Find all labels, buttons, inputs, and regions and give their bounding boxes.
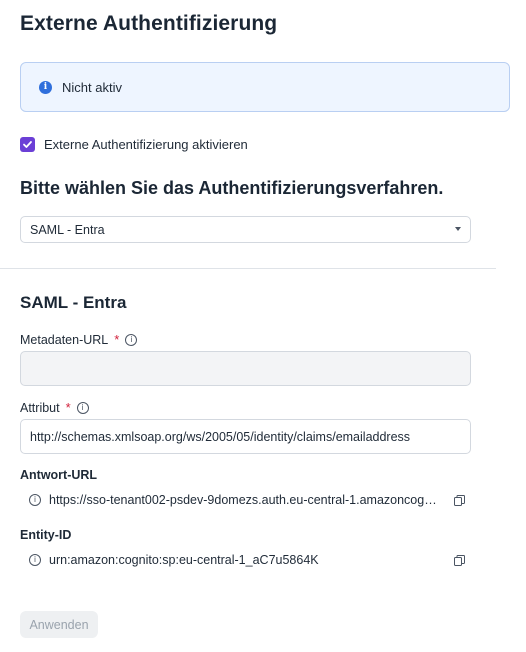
info-icon[interactable]: i: [125, 333, 138, 346]
entity-id-row: i urn:amazon:cognito:sp:eu-central-1_aC7…: [29, 553, 465, 567]
status-text: Nicht aktiv: [62, 79, 122, 95]
reply-url-label: Antwort-URL: [20, 468, 98, 482]
caret-down-icon: [455, 227, 461, 231]
metadata-url-label-text: Metadaten-URL: [20, 332, 109, 347]
attribute-label: Attribut * i: [20, 400, 89, 415]
saml-section-title: SAML - Entra: [20, 293, 127, 312]
info-icon[interactable]: i: [76, 401, 89, 414]
enable-row: Externe Authentifizierung aktivieren: [20, 137, 248, 152]
required-mark: *: [65, 400, 71, 415]
copy-icon[interactable]: [454, 494, 465, 506]
apply-button[interactable]: Anwenden: [20, 611, 98, 638]
method-select[interactable]: SAML - Entra: [20, 216, 471, 243]
required-mark: *: [114, 332, 120, 347]
entity-id-value: urn:amazon:cognito:sp:eu-central-1_aC7u5…: [49, 553, 319, 567]
method-question: Bitte wählen Sie das Authentifizierungsv…: [20, 178, 444, 198]
attribute-label-text: Attribut: [20, 400, 60, 415]
method-select-value: SAML - Entra: [30, 222, 105, 237]
divider: [0, 268, 496, 269]
reply-url-row: i https://sso-tenant002-psdev-9domezs.au…: [29, 493, 465, 507]
info-icon[interactable]: i: [29, 554, 41, 566]
status-banner: i Nicht aktiv: [20, 62, 510, 112]
attribute-input[interactable]: http://schemas.xmlsoap.org/ws/2005/05/id…: [20, 419, 471, 454]
enable-checkbox[interactable]: [20, 137, 35, 152]
copy-icon[interactable]: [454, 554, 465, 566]
metadata-url-input[interactable]: [20, 351, 471, 386]
info-icon[interactable]: i: [29, 494, 41, 506]
metadata-url-label: Metadaten-URL * i: [20, 332, 138, 347]
reply-url-value: https://sso-tenant002-psdev-9domezs.auth…: [49, 493, 439, 507]
entity-id-label: Entity-ID: [20, 528, 72, 542]
enable-label[interactable]: Externe Authentifizierung aktivieren: [44, 137, 248, 152]
check-icon: [23, 141, 32, 148]
info-icon: i: [39, 80, 52, 94]
page-title: Externe Authentifizierung: [20, 12, 278, 35]
